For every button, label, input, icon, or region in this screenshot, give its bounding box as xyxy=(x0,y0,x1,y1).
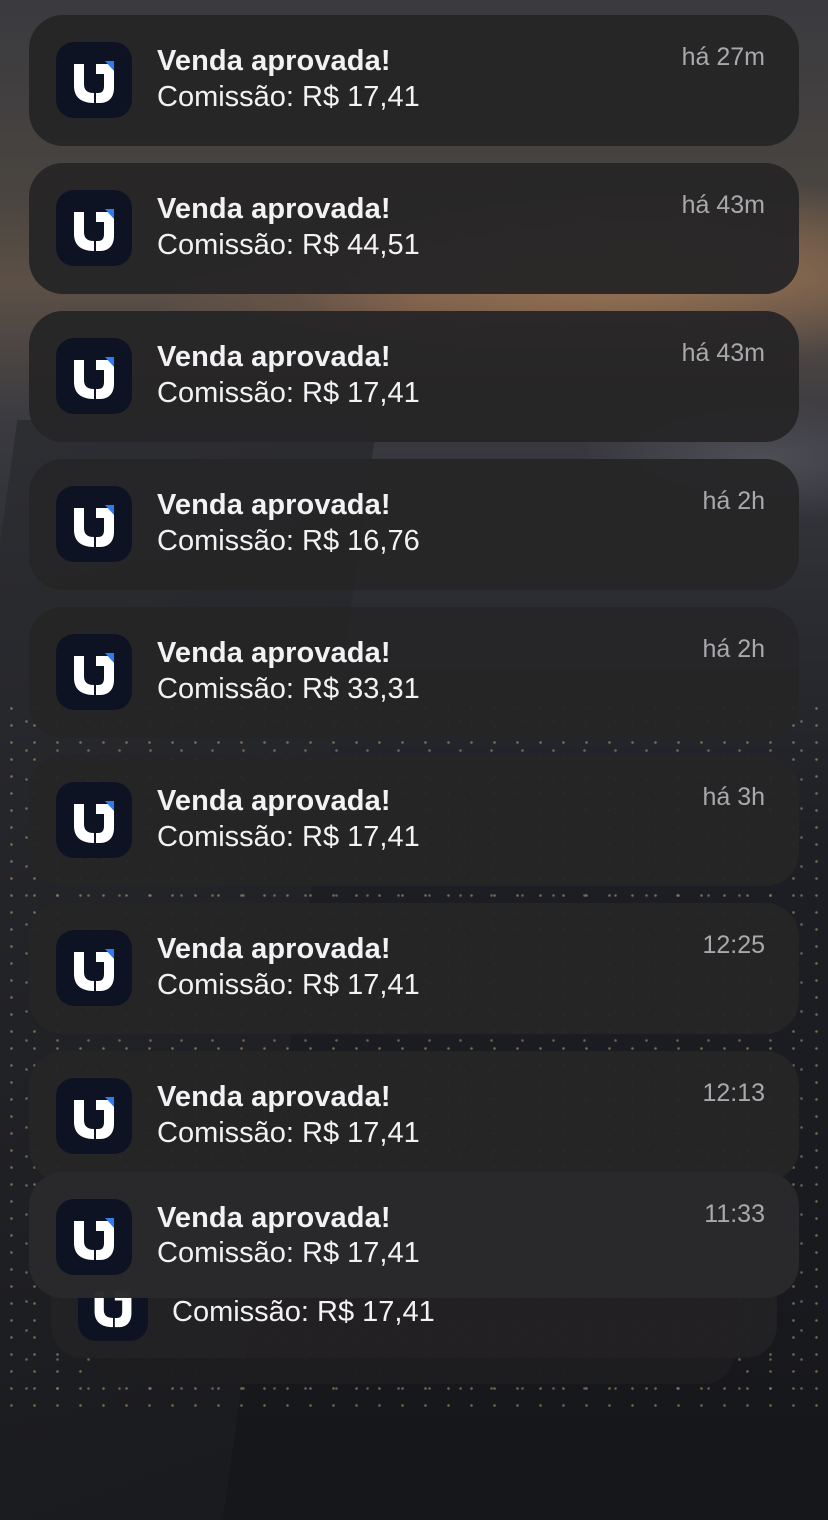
notification-title: Venda aprovada! xyxy=(157,785,391,817)
app-logo-icon xyxy=(56,486,132,562)
notification-card[interactable]: Venda aprovada! Comissão: R$ 16,76 há 2h xyxy=(29,459,799,590)
notification-card[interactable]: Venda aprovada! Comissão: R$ 33,31 há 2h xyxy=(29,607,799,738)
notification-body: Comissão: R$ 17,41 xyxy=(157,81,420,113)
notification-body: Comissão: R$ 33,31 xyxy=(157,673,420,705)
notification-card[interactable]: Venda aprovada! Comissão: R$ 17,41 há 27… xyxy=(29,15,799,146)
notification-time: há 3h xyxy=(702,783,765,811)
notification-card[interactable]: Venda aprovada! Comissão: R$ 17,41 há 43… xyxy=(29,311,799,442)
app-logo-icon xyxy=(56,42,132,118)
app-logo-icon xyxy=(56,930,132,1006)
notification-time: há 2h xyxy=(702,635,765,663)
notification-time: 12:25 xyxy=(702,931,765,959)
notification-card[interactable]: Venda aprovada! Comissão: R$ 44,51 há 43… xyxy=(29,163,799,294)
notification-title: Venda aprovada! xyxy=(157,637,391,669)
notification-time: há 2h xyxy=(702,487,765,515)
notification-time: há 43m xyxy=(681,339,765,367)
notification-body: Comissão: R$ 17,41 xyxy=(157,969,420,1001)
notification-time: 12:13 xyxy=(702,1079,765,1107)
app-logo-icon xyxy=(56,190,132,266)
notification-title: Venda aprovada! xyxy=(157,1081,391,1113)
notification-card[interactable]: Venda aprovada! Comissão: R$ 17,41 11:33 xyxy=(29,1172,799,1298)
app-logo-icon xyxy=(56,782,132,858)
notification-body: Comissão: R$ 17,41 xyxy=(172,1296,435,1328)
notification-body: Comissão: R$ 17,41 xyxy=(157,1237,420,1269)
notification-stack: Comissão: R$ 17,41 Venda aprovada! Comis… xyxy=(0,0,828,1415)
notification-body: Comissão: R$ 17,41 xyxy=(157,377,420,409)
notification-title: Venda aprovada! xyxy=(157,489,391,521)
notification-body: Comissão: R$ 17,41 xyxy=(157,1117,420,1149)
notification-title: Venda aprovada! xyxy=(157,341,391,373)
notification-card[interactable]: Venda aprovada! Comissão: R$ 17,41 12:13 xyxy=(29,1051,799,1182)
notification-time: 11:33 xyxy=(704,1200,765,1228)
notification-title: Venda aprovada! xyxy=(157,933,391,965)
notification-body: Comissão: R$ 17,41 xyxy=(157,821,420,853)
app-logo-icon xyxy=(56,338,132,414)
notification-title: Venda aprovada! xyxy=(157,1202,391,1234)
notification-title: Venda aprovada! xyxy=(157,193,391,225)
notification-time: há 43m xyxy=(681,191,765,219)
notification-body: Comissão: R$ 44,51 xyxy=(157,229,420,261)
notification-card[interactable]: Venda aprovada! Comissão: R$ 17,41 12:25 xyxy=(29,903,799,1034)
notification-body: Comissão: R$ 16,76 xyxy=(157,525,420,557)
app-logo-icon xyxy=(56,1078,132,1154)
notification-time: há 27m xyxy=(681,43,765,71)
notification-card[interactable]: Venda aprovada! Comissão: R$ 17,41 há 3h xyxy=(29,755,799,886)
notification-title: Venda aprovada! xyxy=(157,45,391,77)
app-logo-icon xyxy=(56,1199,132,1275)
app-logo-icon xyxy=(56,634,132,710)
